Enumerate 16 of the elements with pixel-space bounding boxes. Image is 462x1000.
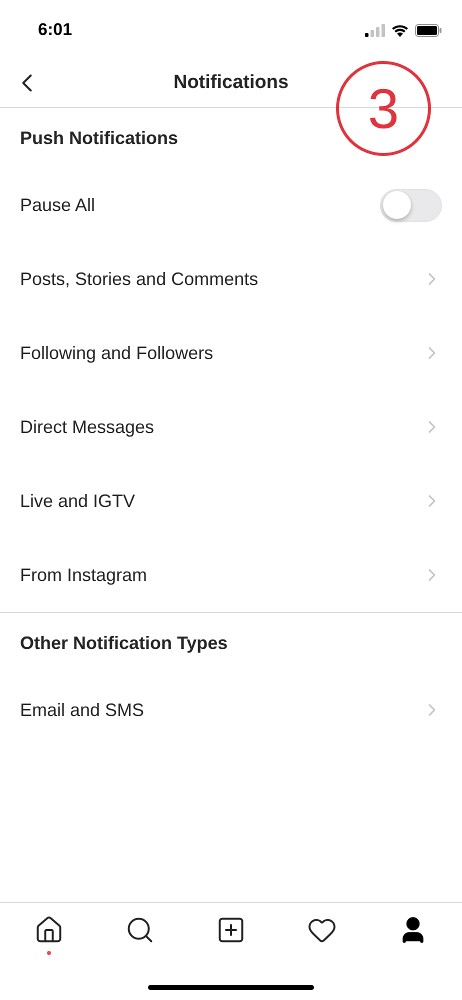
- setting-label[interactable]: Direct Messages: [20, 414, 154, 440]
- wifi-icon: [391, 24, 409, 36]
- setting-label[interactable]: From Instagram: [20, 562, 148, 588]
- page-title: Notifications: [173, 71, 289, 96]
- section-heading: Push Notifications: [20, 126, 178, 150]
- section-heading: Other Notification Types: [20, 632, 228, 655]
- signal-icon: [365, 24, 385, 36]
- setting-label[interactable]: Posts, Stories and Comments: [20, 266, 258, 292]
- setting-label[interactable]: Pause All: [20, 192, 96, 218]
- setting-label[interactable]: Live and IGTV: [20, 488, 136, 514]
- step-number: 3: [368, 80, 400, 136]
- battery-icon: [415, 24, 442, 36]
- toggle-switch[interactable]: [380, 188, 442, 222]
- status-time: 6:01: [38, 19, 72, 42]
- setting-label[interactable]: Email and SMS: [20, 696, 144, 724]
- setting-label[interactable]: Following and Followers: [20, 340, 214, 366]
